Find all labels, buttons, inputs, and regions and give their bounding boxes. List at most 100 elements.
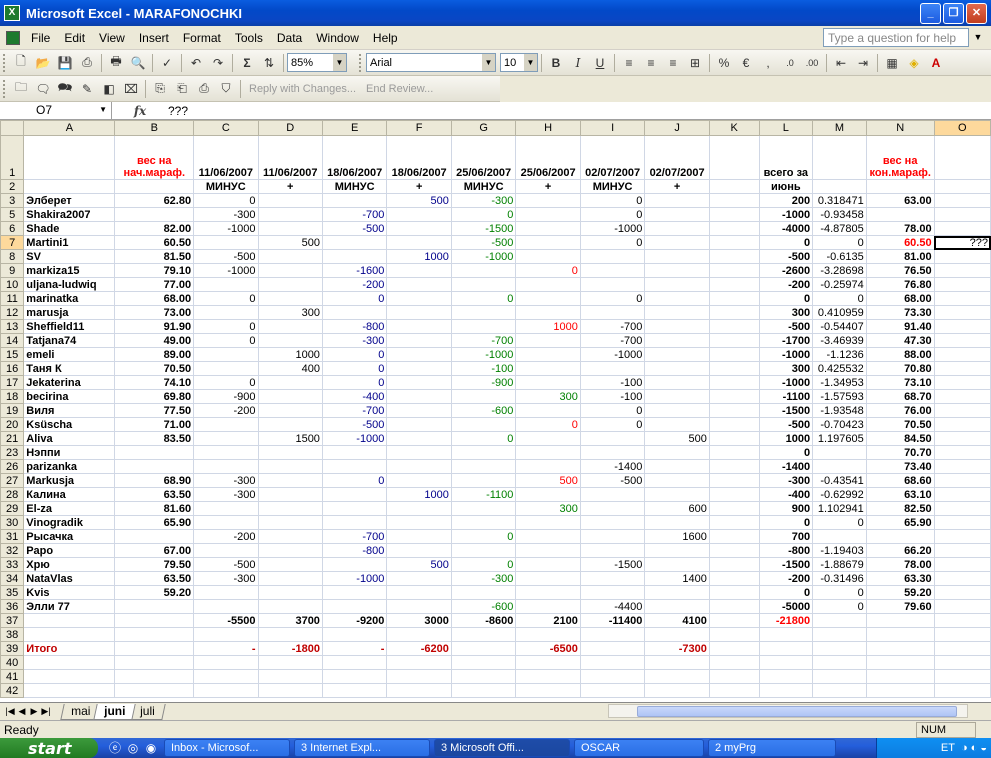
cell-k36[interactable] [708,599,760,614]
cell-b34[interactable]: 63.50 [114,571,195,586]
cell-h40[interactable] [515,655,581,670]
cell-h38[interactable] [515,627,581,642]
cell-n1[interactable]: вес на кон.мараф. [865,135,935,180]
edit-comment-icon[interactable]: ✎ [76,79,98,99]
cell-n34[interactable]: 63.30 [865,571,935,586]
column-header-b[interactable]: B [114,120,195,136]
cell-o11[interactable] [933,291,991,306]
prev-sheet-icon[interactable]: ◀ [16,706,28,717]
formula-input[interactable]: ??? [168,104,188,118]
row-header[interactable]: 11 [0,291,25,306]
cell-h37[interactable]: 2100 [515,613,581,628]
cell-m28[interactable]: -0.62992 [812,487,867,502]
cell-f36[interactable] [386,599,452,614]
cell-d3[interactable] [257,193,323,208]
cell-n11[interactable]: 68.00 [865,291,935,306]
cell-m37[interactable] [812,613,867,628]
cell-f16[interactable] [386,361,452,376]
cell-a40[interactable] [23,655,116,670]
cell-g26[interactable] [450,459,517,474]
cell-e38[interactable] [321,627,388,642]
row-header[interactable]: 41 [0,669,25,684]
cell-k31[interactable] [708,529,760,544]
cell-l16[interactable]: 300 [758,361,814,376]
cell-f30[interactable] [386,515,452,530]
increase-indent-icon[interactable]: ⇥ [852,53,874,73]
cell-f35[interactable] [386,585,452,600]
cell-e39[interactable]: - [321,641,388,656]
cell-n3[interactable]: 63.00 [865,193,935,208]
bold-icon[interactable]: B [545,53,567,73]
cell-k17[interactable] [708,375,760,390]
cell-d5[interactable] [257,207,323,222]
cell-k14[interactable] [708,333,760,348]
cell-h26[interactable] [515,459,581,474]
cell-k39[interactable] [708,641,760,656]
cell-h30[interactable] [515,515,581,530]
cell-e12[interactable] [321,305,388,320]
cell-n8[interactable]: 81.00 [865,249,935,264]
cell-j21[interactable]: 500 [644,431,710,446]
cell-l18[interactable]: -1100 [758,389,814,404]
menu-file[interactable]: File [24,27,57,49]
cell-l26[interactable]: -1400 [758,459,814,474]
cell-k19[interactable] [708,403,760,418]
cell-h41[interactable] [515,669,581,684]
cell-l15[interactable]: -1000 [758,347,814,362]
cell-g27[interactable] [450,473,517,488]
cell-i12[interactable] [579,305,646,320]
cell-l8[interactable]: -500 [758,249,814,264]
cell-i13[interactable]: -700 [579,319,646,334]
cell-o9[interactable] [933,263,991,278]
cell-n38[interactable] [865,627,935,642]
cell-a18[interactable]: becirina [23,389,116,404]
cell-f14[interactable] [386,333,452,348]
cell-l23[interactable]: 0 [758,445,814,460]
cell-h42[interactable] [515,683,581,698]
cell-a16[interactable]: Таня К [23,361,116,376]
cell-a2[interactable] [23,179,116,194]
cell-j11[interactable] [644,291,710,306]
cell-h31[interactable] [515,529,581,544]
currency-icon[interactable]: € [735,53,757,73]
cell-f7[interactable] [386,235,452,250]
cell-f37[interactable]: 3000 [386,613,452,628]
cell-g28[interactable]: -1100 [450,487,517,502]
cell-n18[interactable]: 68.70 [865,389,935,404]
cell-k28[interactable] [708,487,760,502]
cell-m26[interactable] [812,459,867,474]
cell-e9[interactable]: -1600 [321,263,388,278]
toolbar-grip[interactable] [359,53,362,72]
cell-h39[interactable]: -6500 [515,641,581,656]
cell-c34[interactable]: -300 [193,571,259,586]
cell-o38[interactable] [933,627,991,642]
comma-icon[interactable]: , [757,53,779,73]
cell-o5[interactable] [933,207,991,222]
reject-icon[interactable]: ⎙ [193,79,215,99]
cell-f29[interactable] [386,501,452,516]
cell-l34[interactable]: -200 [758,571,814,586]
cell-k20[interactable] [708,417,760,432]
cell-f11[interactable] [386,291,452,306]
cell-h15[interactable] [515,347,581,362]
spreadsheet-grid[interactable]: A B C D E F G H I J K L M N O 1 вес на нач.мараф. 11/06/2… [0,120,991,702]
cell-h36[interactable] [515,599,581,614]
row-header[interactable]: 16 [0,361,25,376]
cell-j2[interactable]: + [644,179,710,194]
cell-n13[interactable]: 91.40 [865,319,935,334]
cell-g33[interactable]: 0 [450,557,517,572]
cell-j36[interactable] [644,599,710,614]
cell-g35[interactable] [450,585,517,600]
cell-n19[interactable]: 76.00 [865,403,935,418]
cell-n23[interactable]: 70.70 [865,445,935,460]
cell-a3[interactable]: Элберет [23,193,116,208]
cell-f2[interactable]: + [386,179,452,194]
cell-m13[interactable]: -0.54407 [812,319,867,334]
cell-e28[interactable] [321,487,388,502]
cell-c19[interactable]: -200 [193,403,259,418]
cell-e17[interactable]: 0 [321,375,388,390]
cell-d13[interactable] [257,319,323,334]
row-header[interactable]: 29 [0,501,25,516]
cell-e6[interactable]: -500 [321,221,388,236]
cell-i2[interactable]: МИНУС [579,179,646,194]
